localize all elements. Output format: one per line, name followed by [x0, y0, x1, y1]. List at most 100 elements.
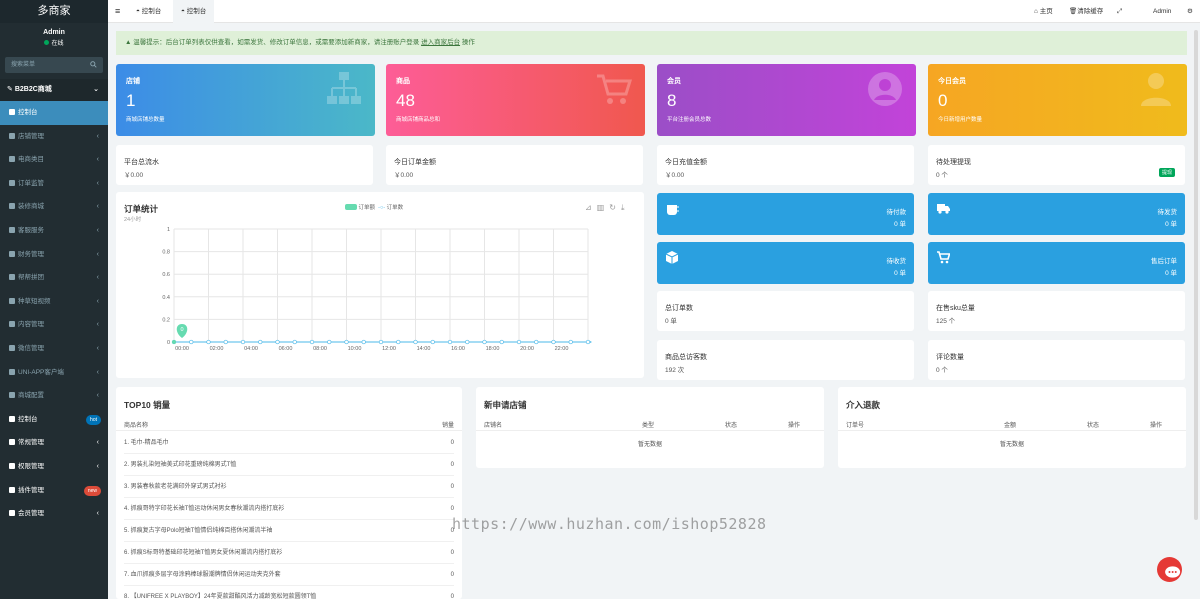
quick-box-2[interactable]: 待收货 0 单	[657, 242, 914, 284]
sidebar-item-2[interactable]: 电商类目 ‹	[0, 148, 108, 172]
order-chart-panel: 订单统计 24小时 订单额 -○- 订单数 ⊿▥↻⤓ 0 0.2 0.4 0.6 0.8…	[116, 192, 644, 378]
table-row[interactable]: 8. 【UNIFREE X PLAYBOY】24年夏款甜酷风活力减龄宽松短款圆领…	[124, 586, 454, 599]
series-point-count[interactable]	[413, 339, 418, 345]
sidebar-item-1[interactable]: 店铺管理 ‹	[0, 125, 108, 149]
sidebar-item-10[interactable]: 微信管理 ‹	[0, 337, 108, 361]
fullscreen-icon[interactable]: ⤢	[1117, 0, 1122, 23]
stat-card-1[interactable]: 商品 48 商城店铺商品总和	[386, 64, 645, 136]
sidebar-item-0[interactable]: 控制台	[0, 101, 108, 125]
chevron-left-icon: ‹	[96, 368, 99, 376]
quick-box-1[interactable]: 待发货 0 单	[928, 193, 1185, 235]
logo[interactable]: 多商家	[0, 0, 108, 23]
chevron-left-icon: ‹	[96, 321, 99, 329]
stat-card-0[interactable]: 店铺 1 商城店铺总数量	[116, 64, 375, 136]
series-point-count[interactable]	[327, 339, 332, 345]
refunds-panel: 介入退款 订单号 金额 状态 操作 暂无数据	[838, 387, 1186, 468]
sidebar-bottom-item-1[interactable]: 常规管理 ‹	[0, 431, 108, 455]
series-point-count[interactable]	[292, 339, 297, 345]
stat-card-3[interactable]: 今日会员 0 今日新增用户数量	[928, 64, 1187, 136]
table-row[interactable]: 7. 血爪抓痕多层字母涂鸦棒球服潮牌情侣休闲运动夹克外套 0	[124, 564, 454, 586]
user-status-text: 在线	[51, 41, 64, 47]
hamburger-menu-icon[interactable]: ≡	[115, 6, 120, 16]
sidebar-bottom-item-4[interactable]: 会员管理 ‹	[0, 502, 108, 526]
series-point-count[interactable]	[447, 339, 453, 345]
sidebar-item-9[interactable]: 内容管理 ‹	[0, 313, 108, 337]
refunds-title: 介入退款	[846, 400, 881, 410]
money-box-2: 今日充值金额 ￥0.00	[657, 145, 914, 185]
series-point-count[interactable]	[396, 339, 401, 345]
sidebar-item-11[interactable]: UNI-APP客户端 ‹	[0, 361, 108, 385]
series-point-amount[interactable]	[172, 340, 176, 344]
series-point-count[interactable]	[206, 339, 211, 345]
search-icon[interactable]	[90, 61, 97, 68]
tab-dashboard-2[interactable]: ◓ 控制台	[173, 0, 215, 23]
menu-icon	[9, 439, 15, 446]
quick-box-3[interactable]: 售后订单 0 单	[928, 242, 1185, 284]
x-tick-label: 02:00	[210, 346, 224, 352]
money-box-0: 平台总流水 ￥0.00	[116, 145, 373, 185]
series-point-count[interactable]	[551, 339, 556, 345]
table-row[interactable]: 1. 毛巾-精品毛巾 0	[124, 432, 454, 454]
quick-label: 待收货	[886, 258, 907, 265]
product-name: 5. 抓痕复古字母Polo短袖T恤情侣纯棉百搭休闲潮流半袖	[124, 528, 273, 534]
sidebar-bottom-item-3[interactable]: 插件管理 new	[0, 479, 108, 503]
user-status: 在线	[0, 38, 108, 47]
series-point-count[interactable]	[223, 339, 228, 345]
series-point-count[interactable]	[465, 339, 470, 345]
series-point-count[interactable]	[258, 339, 263, 345]
series-point-count[interactable]	[430, 339, 435, 345]
sidebar-bottom-item-0[interactable]: 控制台 hot	[0, 408, 108, 432]
withdraw-tag[interactable]: 提现	[1158, 168, 1175, 177]
chevron-left-icon: ‹	[96, 179, 99, 187]
menu-search-input[interactable]	[5, 57, 103, 73]
tab-dashboard-1[interactable]: ◓ 控制台	[128, 0, 169, 23]
series-point-count[interactable]	[499, 339, 504, 345]
table-row[interactable]: 5. 抓痕复古字母Polo短袖T恤情侣纯棉百搭休闲潮流半袖 0	[124, 520, 454, 542]
sidebar-item-12[interactable]: 商城配置 ‹	[0, 384, 108, 408]
stat-subtitle: 商城店铺总数量	[126, 117, 165, 123]
sidebar-item-6[interactable]: 财务管理 ‹	[0, 243, 108, 267]
series-point-count[interactable]	[482, 339, 487, 345]
table-row[interactable]: 3. 男装春秋款老花满印外穿式男式衬衫 0	[124, 476, 454, 498]
quick-box-0[interactable]: 待付款 0 单	[657, 193, 914, 235]
series-point-count[interactable]	[309, 339, 315, 345]
table-row[interactable]: 6. 抓痕S标哥特基础印花短袖T恤男女夏休闲潮流内搭打底衫 0	[124, 542, 454, 564]
sidebar-item-label: 店铺管理	[18, 132, 44, 140]
chat-support-button[interactable]	[1157, 557, 1182, 582]
series-point-count[interactable]	[585, 339, 591, 345]
clear-cache-button[interactable]: 🗑清除缓存	[1069, 0, 1103, 23]
sidebar-item-7[interactable]: 帮帮拼团 ‹	[0, 266, 108, 290]
series-point-count[interactable]	[275, 339, 280, 345]
product-sales: 0	[450, 484, 454, 490]
stat-card-2[interactable]: 会员 8 平台注册会员总数	[657, 64, 916, 136]
series-point-count[interactable]	[361, 339, 366, 345]
stat-subtitle: 平台注册会员总数	[667, 117, 712, 123]
sidebar-item-5[interactable]: 客服服务 ‹	[0, 219, 108, 243]
sidebar-bottom-item-2[interactable]: 权限管理 ‹	[0, 455, 108, 479]
alert-suffix: 操作	[460, 39, 475, 46]
admin-menu[interactable]: Admin	[1153, 0, 1171, 23]
series-point-count[interactable]	[189, 339, 194, 345]
table-row[interactable]: 4. 抓痕哥特字印花长袖T恤运动休闲男女春秋潮流内搭打底衫 0	[124, 498, 454, 520]
sidebar-group-b2b2c[interactable]: ✎ B2B2C商城 ⌄	[0, 79, 108, 101]
sidebar-item-3[interactable]: 订单监管 ‹	[0, 172, 108, 196]
series-point-count[interactable]	[568, 339, 573, 345]
y-tick-label: 0.6	[162, 272, 170, 278]
settings-gear-icon[interactable]: ⚙	[1187, 0, 1193, 23]
series-point-count[interactable]	[240, 339, 246, 345]
sidebar-item-8[interactable]: 种草短视频 ‹	[0, 290, 108, 314]
series-point-count[interactable]	[378, 339, 384, 345]
series-point-count[interactable]	[534, 339, 539, 345]
home-link[interactable]: ⌂ 主页	[1034, 0, 1053, 23]
series-point-count[interactable]	[344, 339, 349, 345]
page-scrollbar[interactable]	[1194, 30, 1198, 520]
table-row[interactable]: 2. 男装扎染短袖美式印花重磅纯棉男式T恤 0	[124, 454, 454, 476]
summary-value: 125 个	[936, 318, 956, 325]
series-point-count[interactable]	[516, 339, 522, 345]
sidebar-item-4[interactable]: 装修商城 ‹	[0, 195, 108, 219]
stat-title: 会员	[667, 78, 681, 85]
chevron-left-icon: ‹	[96, 344, 99, 352]
merchant-backend-link[interactable]: 进入商家后台	[421, 39, 460, 46]
summary-box-1: 在售sku总量 125 个	[928, 291, 1185, 331]
notice-alert: ▲ 温馨提示：后台订单列表仅供查看，如需发货、修改订单信息，或需要添加新商家，请…	[116, 31, 1187, 55]
